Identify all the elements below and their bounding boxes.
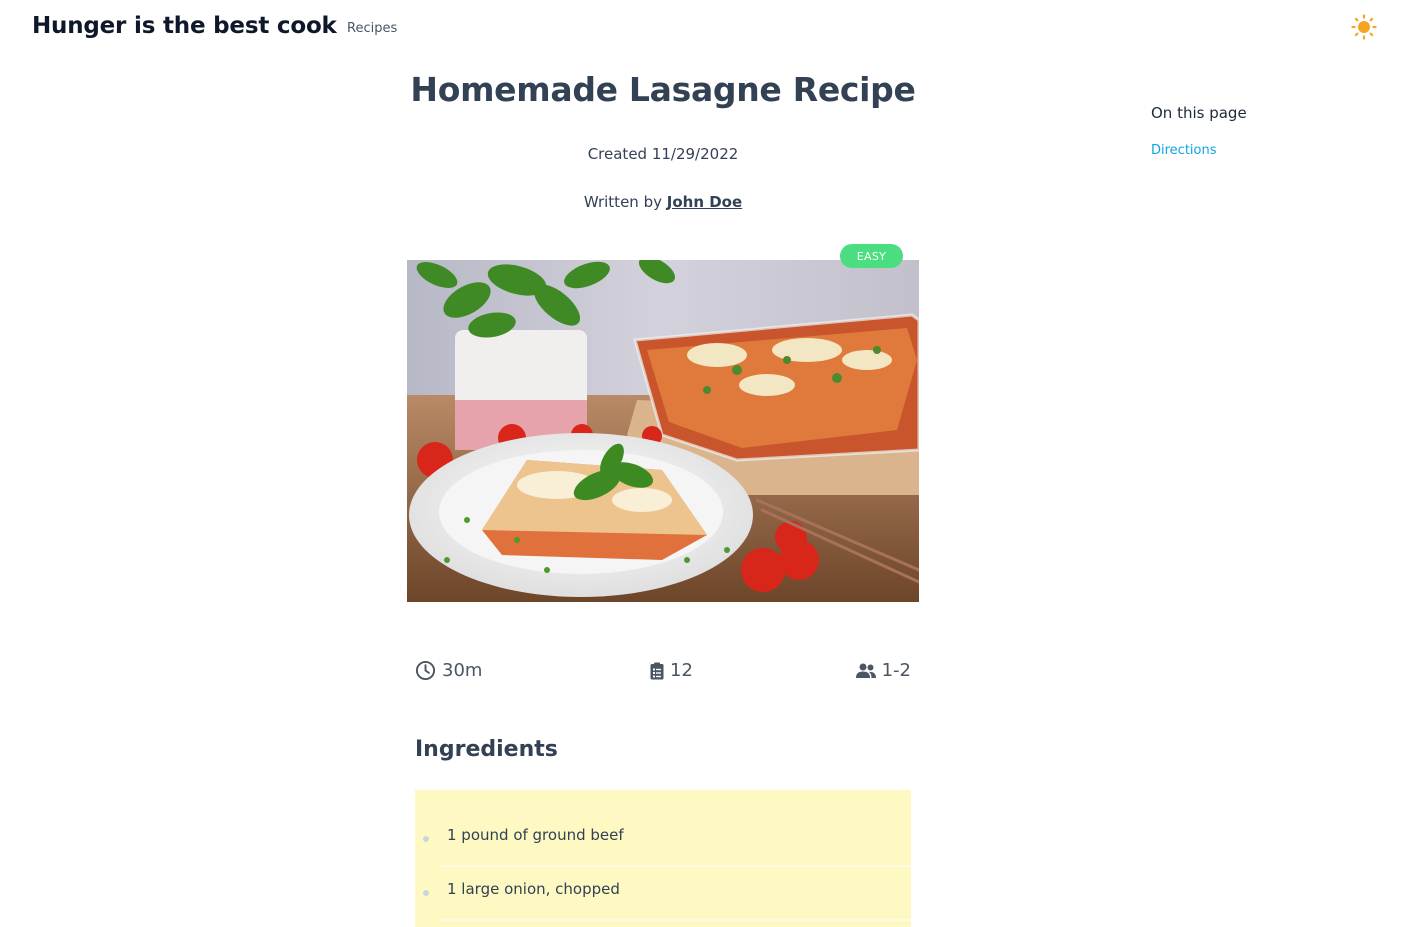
ingredient-text: 1 large onion, chopped <box>447 880 620 898</box>
nav-link-recipes[interactable]: Recipes <box>347 21 397 36</box>
ingredients-list: 1 pound of ground beef 1 large onion, ch… <box>415 790 911 927</box>
ingredient-text: 1 pound of ground beef <box>447 826 624 844</box>
bullet-icon <box>423 890 429 896</box>
hero-image-wrapper: EASY <box>407 244 919 602</box>
author-prefix: Written by <box>583 193 662 211</box>
bullet-icon <box>423 836 429 842</box>
clock-icon <box>415 660 436 681</box>
divider <box>441 919 911 921</box>
theme-toggle-button[interactable] <box>1350 13 1378 41</box>
toc-title: On this page <box>1151 104 1247 122</box>
page-title: Homemade Lasagne Recipe <box>410 70 916 109</box>
stat-time: 30m <box>415 660 482 681</box>
author-link[interactable]: John Doe <box>667 193 742 211</box>
sun-icon <box>1351 14 1377 40</box>
list-item: 1 pound of ground beef <box>415 813 911 867</box>
list-item: 1 large onion, chopped <box>415 867 911 921</box>
ingredients-heading: Ingredients <box>415 737 558 762</box>
recipe-stats: 30m 12 1-2 <box>415 660 911 686</box>
clipboard-list-icon <box>650 662 664 679</box>
stat-servings-value: 1-2 <box>881 660 911 681</box>
site-title[interactable]: Hunger is the best cook <box>32 13 337 39</box>
recipe-photo <box>407 260 919 602</box>
author-line: Written by John Doe <box>407 193 919 211</box>
toc-link-directions[interactable]: Directions <box>1151 143 1217 158</box>
created-date: Created 11/29/2022 <box>587 145 739 163</box>
users-icon <box>855 663 876 678</box>
stat-ingredients-value: 12 <box>670 660 693 681</box>
stat-servings: 1-2 <box>855 660 911 681</box>
difficulty-badge: EASY <box>840 244 903 268</box>
stat-ingredients: 12 <box>650 660 693 681</box>
stat-time-value: 30m <box>442 660 483 681</box>
